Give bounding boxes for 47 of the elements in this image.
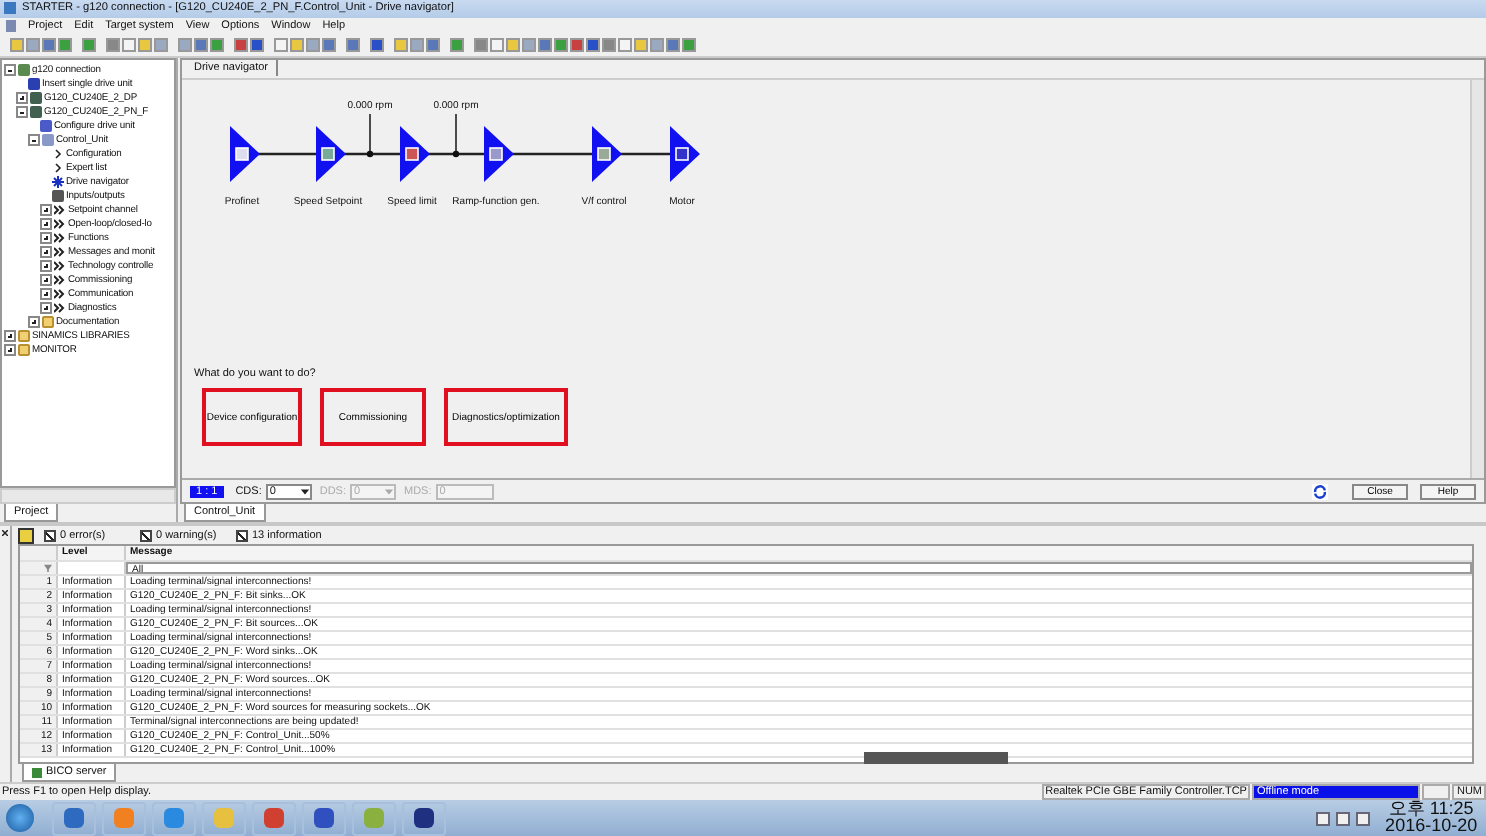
expand-toggle[interactable] [28, 316, 40, 329]
start-button[interactable] [6, 804, 34, 832]
vertical-scrollbar[interactable] [1470, 79, 1484, 479]
caret-icon[interactable] [299, 487, 310, 496]
close-icon[interactable] [2, 530, 8, 537]
status-pane [1422, 784, 1451, 800]
device-icon [52, 190, 64, 203]
star-icon [52, 176, 64, 189]
clock-time[interactable]: 오후 11:25 [1388, 801, 1474, 818]
clock-date[interactable]: 2016-10-20 [1384, 818, 1477, 835]
expand-toggle[interactable] [16, 92, 28, 105]
junction-dot [452, 150, 460, 157]
expand-toggle[interactable] [40, 232, 52, 245]
horizontal-scrollbar[interactable] [0, 488, 176, 505]
expand-toggle[interactable] [40, 246, 52, 259]
filter-icon[interactable] [18, 527, 34, 544]
expand-toggle[interactable] [16, 106, 28, 119]
taskbar-app-icon[interactable] [302, 801, 346, 835]
checkbox[interactable] [44, 529, 56, 542]
triangle-block[interactable] [670, 125, 700, 182]
expand-toggle[interactable] [4, 64, 16, 77]
junction-dot [366, 150, 374, 157]
expand-toggle[interactable] [40, 204, 52, 217]
triangle-block[interactable] [230, 125, 260, 182]
leader-line [369, 112, 371, 155]
triangle-block[interactable] [484, 125, 514, 182]
expand-toggle[interactable] [4, 330, 16, 343]
triangle-block[interactable] [592, 125, 622, 182]
triangle-block[interactable] [400, 125, 430, 182]
checkbox[interactable] [236, 529, 248, 542]
expand-toggle[interactable] [40, 274, 52, 287]
table-icon [32, 767, 42, 777]
expand-toggle[interactable] [40, 218, 52, 231]
expand-toggle[interactable] [40, 260, 52, 273]
document-icon [6, 20, 16, 33]
refresh-icon[interactable] [1312, 483, 1328, 500]
checkbox[interactable] [140, 529, 152, 542]
app-icon [4, 2, 16, 15]
expand-toggle[interactable] [40, 288, 52, 301]
expand-toggle[interactable] [40, 302, 52, 315]
taskbar-app-icon[interactable] [52, 801, 96, 835]
taskbar-app-icon[interactable] [402, 801, 446, 835]
triangle-block[interactable] [316, 125, 346, 182]
expand-toggle[interactable] [28, 134, 40, 147]
leader-line [455, 112, 457, 155]
funnel-icon [44, 564, 52, 573]
expand-toggle[interactable] [4, 344, 16, 357]
